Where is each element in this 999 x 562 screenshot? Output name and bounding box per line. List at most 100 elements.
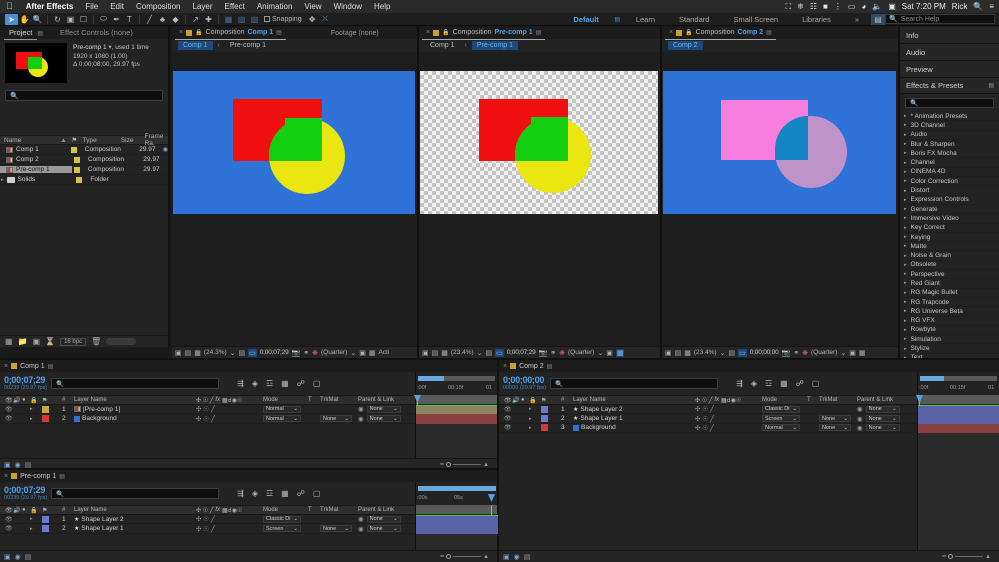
trkmat-value[interactable] [317,515,355,523]
breadcrumb-comp-2[interactable]: Comp 2 [668,41,703,50]
align-right-icon[interactable]: ▨ [248,14,261,25]
video-toggle[interactable]: 👁 [2,414,10,422]
layer-color-swatch[interactable] [42,525,49,532]
layer-switches[interactable]: ✣ ☉ ╱ [193,414,260,422]
disclosure-triangle-icon[interactable]: ▸ [904,346,907,352]
effects-category-row[interactable]: ▸Stylize [900,344,999,353]
transparency-grid-icon[interactable]: ▣ [849,349,856,357]
viewer-canvas-comp-1[interactable] [172,52,417,346]
disclosure-triangle-icon[interactable]: ▸ [27,524,39,532]
index-column-header[interactable]: # [59,507,71,513]
chevron-down-icon[interactable]: ⌄ [477,349,483,357]
disclosure-triangle-icon[interactable]: ▸ [904,150,907,156]
t-column-header[interactable]: T [804,397,816,403]
parent-dropdown[interactable]: None⌄ [367,406,401,413]
viewer-tab-footage[interactable]: Footage (none) [331,30,379,37]
layer-switches[interactable]: ✣ ☉ ╱ [692,424,759,432]
composition-mini-flowchart-icon[interactable]: ⇶ [237,379,244,388]
3d-view-icon[interactable]: ▦ [859,349,866,357]
effects-category-row[interactable]: ▸Rowbyte [900,326,999,335]
align-center-icon[interactable]: ▧ [235,14,248,25]
trkmat-dropdown[interactable]: None⌄ [320,415,352,422]
effects-category-row[interactable]: ▸RG Magic Bullet [900,289,999,298]
project-panel-menu-icon[interactable]: ▤ [37,30,43,37]
layer-name-column-header[interactable]: Layer Name [570,397,692,403]
breadcrumb-comp-1[interactable]: Comp 1 [178,41,213,50]
audio-toggle-header[interactable]: 🔊 [10,397,19,404]
workspace-learn[interactable]: Learn [624,13,667,26]
clone-stamp-tool[interactable]: ♣ [156,14,169,25]
parent-link-column-header[interactable]: Parent & Link [355,397,415,403]
magnification-icon[interactable]: ▣ [665,349,672,357]
table-row[interactable]: Comp 2 Composition 29.97 [0,155,168,165]
column-size[interactable]: Size [117,137,141,144]
parent-pickwhip-icon[interactable]: ◉ [857,424,863,432]
viewer-timecode[interactable]: 0;00;07;29 [260,349,289,356]
transparency-grid-icon[interactable]: ▣ [606,349,613,357]
blend-mode-dropdown[interactable]: Normal⌄ [263,415,301,422]
layer-name-column-header[interactable]: Layer Name [71,397,193,403]
timeline-tab-label[interactable]: Comp 2 [519,363,544,370]
graph-editor-icon[interactable]: ▢ [313,489,321,498]
toggle-transparency-grid-icon[interactable]: ▦ [616,349,625,357]
layer-duration-bar[interactable] [918,414,999,423]
bluetooth-icon[interactable]: ⋮ [834,0,842,13]
type-tool[interactable]: T [123,14,136,25]
cloud-sync-icon[interactable]: ☷ [810,0,817,13]
parent-pickwhip-icon[interactable]: ◉ [358,405,364,413]
disclosure-triangle-icon[interactable]: ▸ [904,169,907,175]
time-ruler[interactable]: :00f 00:15f 01 [416,372,497,395]
close-icon[interactable]: × [4,473,8,480]
snapshot-icon[interactable]: 📷 [292,349,301,357]
workspace-libraries[interactable]: Libraries [790,13,843,26]
mode-column-header[interactable]: Mode [260,397,305,403]
t-column-header[interactable]: T [305,507,317,513]
project-item-name[interactable]: ▸Solids [0,176,74,183]
timeline-options-icon[interactable]: ▤ [25,553,32,561]
parent-dropdown[interactable]: None⌄ [866,415,900,422]
user-name[interactable]: Rick [952,2,968,11]
show-snapshot-icon[interactable]: ⚭ [550,349,556,357]
view-icon[interactable]: ▦ [441,349,448,357]
lock-toggle-header[interactable]: 🔒 [27,397,39,404]
disclosure-triangle-icon[interactable]: ▸ [904,132,907,138]
timeline-search-input[interactable]: 🔍 [51,488,219,499]
layer-name[interactable]: Shape Layer 1 [81,525,123,532]
work-area-bar[interactable] [920,376,997,381]
menu-composition[interactable]: Composition [130,0,186,13]
disclosure-triangle-icon[interactable]: ▸ [904,253,907,259]
label-column-header[interactable]: ⚑ [39,507,59,514]
timeline-menu-icon[interactable]: ▤ [59,473,65,480]
table-row[interactable]: Comp 1 Composition 29.97 ◉ [0,145,168,155]
spotlight-search-icon[interactable]: 🔍 [973,0,983,13]
dropbox-icon[interactable]: ❄ [797,0,804,13]
draft-3d-icon[interactable]: ◈ [252,489,258,498]
disclosure-triangle-icon[interactable]: ▸ [1,177,4,183]
motion-blur-icon[interactable]: ☍ [297,379,305,388]
panel-audio[interactable]: Audio [900,44,999,61]
zoom-level[interactable]: (23.4%) [451,349,474,356]
frame-blending-icon[interactable]: ▦ [281,379,289,388]
workspace-small-screen[interactable]: Small Screen [721,13,790,26]
lock-icon[interactable]: 🔒 [195,27,202,39]
chevron-down-icon[interactable]: ⌄ [840,349,846,357]
disclosure-triangle-icon[interactable]: ▸ [904,188,907,194]
hide-shy-layers-icon[interactable]: ☲ [266,379,273,388]
work-area-bar[interactable] [418,486,495,491]
move-anchor-icon[interactable]: ✥ [306,14,319,25]
layer-switches[interactable]: ✣ ☉ ╱ [692,405,759,413]
effects-category-row[interactable]: ▸Keying [900,233,999,242]
timeline-tab-label[interactable]: Pre-comp 1 [20,473,56,480]
disclosure-triangle-icon[interactable]: ▸ [904,160,907,166]
view-icon[interactable]: ▦ [684,349,691,357]
apple-menu-icon[interactable]:  [6,2,13,11]
effects-category-row[interactable]: ▸Distort [900,186,999,195]
region-of-interest-icon[interactable]: ▭ [495,349,504,357]
channel-icon[interactable]: ▤ [432,349,439,357]
magnification-icon[interactable]: ▣ [422,349,429,357]
pen-tool[interactable]: ✒ [110,14,123,25]
playhead[interactable] [491,505,492,515]
frame-blending-icon[interactable]: ▦ [780,379,788,388]
viewer-tab-precomp-1[interactable]: × 🔒 Composition Pre-comp 1 ▤ [422,27,545,40]
timeline-menu-icon[interactable]: ▤ [547,363,553,370]
